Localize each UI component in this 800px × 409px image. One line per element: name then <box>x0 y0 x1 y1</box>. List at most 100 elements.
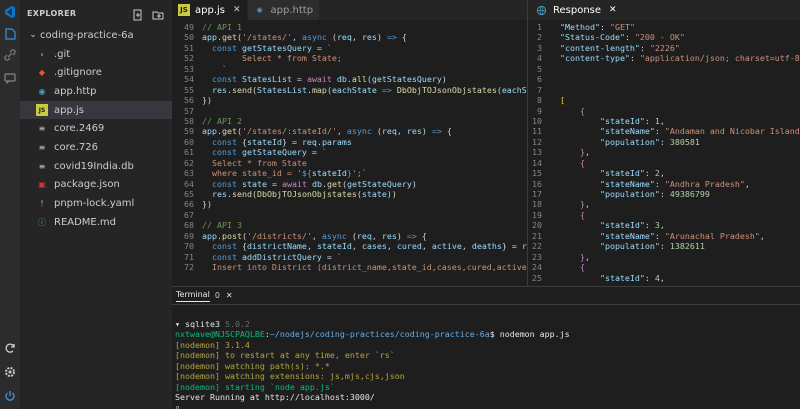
explorer-item[interactable]: ! pnpm-lock.yaml <box>20 194 172 213</box>
code-line: 7 <box>528 85 800 95</box>
explorer-item[interactable]: ⓘ README.md <box>20 213 172 232</box>
gear-icon[interactable] <box>2 364 18 380</box>
code-token: req <box>336 32 352 43</box>
terminal-tab[interactable]: Terminal <box>176 290 210 302</box>
close-icon[interactable]: ✕ <box>609 5 617 15</box>
code-token: } = <box>281 136 302 147</box>
code-token: res <box>361 32 377 43</box>
code-token: req <box>381 126 397 137</box>
code-token: ) <box>411 178 417 189</box>
code-token: districtName <box>246 241 307 252</box>
explorer-item[interactable]: ≡ covid19India.db <box>20 157 172 176</box>
explorer-item[interactable]: ◉ app.http <box>20 82 172 101</box>
explorer-item[interactable]: ≡ core.726 <box>20 138 172 157</box>
close-icon[interactable]: ✕ <box>233 5 241 15</box>
code-line: 65 res.send(DbObjTOJsonObjstates(state)) <box>172 189 527 199</box>
code-line: 12 "population": 380581 <box>528 137 800 147</box>
code-line: 8 [ <box>528 95 800 105</box>
code-token: db <box>336 74 347 85</box>
code-token: 380581 <box>669 136 700 147</box>
new-folder-icon[interactable] <box>152 6 164 20</box>
code-line: 19 { <box>528 210 800 220</box>
explorer-item[interactable]: › .git <box>20 45 172 64</box>
sync-icon[interactable] <box>2 340 18 356</box>
code-token: = <box>291 74 307 85</box>
code-token: "population" <box>599 189 660 199</box>
files-icon[interactable] <box>2 26 18 42</box>
code-token: , <box>386 241 397 252</box>
explorer-item[interactable]: ▣ package.json <box>20 176 172 195</box>
new-file-icon[interactable] <box>132 6 144 21</box>
code-line: 53 ` <box>172 64 527 74</box>
explorer-item[interactable]: JS app.js <box>20 100 172 120</box>
terminal-text: Server Running at http://localhost:3000/ <box>175 392 375 402</box>
code-token: "Andhra Pradesh" <box>664 178 745 189</box>
tab-label: app.js <box>195 4 225 16</box>
explorer-item-label: README.md <box>54 216 117 228</box>
yaml-icon: ! <box>40 199 44 209</box>
explorer-item[interactable]: ≡ core.2469 <box>20 119 172 138</box>
line-number: 15 <box>532 168 542 179</box>
terminal-line: [nodemon] watching path(s): *.* <box>175 361 800 372</box>
code-token: app <box>202 32 217 43</box>
response-body[interactable]: 1 "Method": "GET" 2 "Status-Code": "200 -… <box>528 22 800 286</box>
vscode-logo-icon[interactable] <box>2 4 18 20</box>
explorer-item-label: app.http <box>54 85 97 97</box>
terminal-line: nxtwave@NJSCPAQLBE:~/nodejs/coding-pract… <box>175 329 800 340</box>
code-token: : <box>644 220 655 231</box>
project-folder-label: coding-practice-6a <box>40 29 134 41</box>
code-area[interactable]: 49// API 1 50 app.get('/states/', async (r… <box>172 22 527 286</box>
response-tab[interactable]: Response ✕ <box>528 0 800 20</box>
code-token: async <box>346 126 372 137</box>
code-line: 11 "stateName": "Andaman and Nicobar Isl… <box>528 126 800 136</box>
chat-icon[interactable] <box>2 70 18 86</box>
explorer-item-label: covid19India.db <box>54 160 134 172</box>
code-token: app <box>202 126 217 137</box>
code-token: )) <box>386 189 397 199</box>
code-token: await <box>306 74 332 85</box>
code-token: = <box>311 42 327 53</box>
explorer-item[interactable]: ◆ .gitignore <box>20 63 172 82</box>
line-number: 17 <box>532 189 542 199</box>
code-line: 52 Select * from State; <box>172 53 527 63</box>
code-token: : <box>654 126 665 137</box>
line-number: 69 <box>184 230 194 241</box>
link-icon[interactable] <box>2 47 18 63</box>
line-number: 18 <box>532 199 542 210</box>
code-token: { <box>579 105 585 116</box>
code-token: "stateId" <box>599 220 645 231</box>
line-number: 2 <box>537 32 542 43</box>
terminal-output[interactable]: ▾ sqlite3 5.0.2 nxtwave@NJSCPAQLBE:~/node… <box>172 305 800 409</box>
code-token: { <box>441 126 452 137</box>
code-token: , <box>336 126 347 137</box>
code-line: 15 "stateId": 2, <box>528 168 800 178</box>
code-token: , <box>396 126 407 137</box>
code-token: const <box>212 178 237 189</box>
close-icon[interactable]: ✕ <box>226 291 233 300</box>
code-line: 4 "content-type": "application/json; cha… <box>528 53 800 63</box>
code-line: 14 { <box>528 158 800 168</box>
terminal-text: [nodemon] starting `node app.js` <box>175 381 335 392</box>
line-number: 58 <box>184 115 194 126</box>
explorer-item-label: package.json <box>54 179 120 191</box>
code-token: ) <box>376 32 387 43</box>
code-token: "stateId" <box>599 272 645 283</box>
project-folder[interactable]: ⌄ coding-practice-6a <box>20 26 172 45</box>
code-line: 66}) <box>172 199 527 209</box>
code-line: 25 "stateId": 4, <box>528 273 800 283</box>
tab-app-http[interactable]: ◉ app.http <box>247 0 321 20</box>
code-token: req <box>301 136 317 147</box>
line-number: 9 <box>537 105 542 116</box>
code-token: , <box>659 115 665 126</box>
line-number: 4 <box>537 53 542 64</box>
code-line: 56}) <box>172 95 527 105</box>
power-icon[interactable] <box>2 388 18 404</box>
code-line: 68 // API 3 <box>172 220 527 230</box>
code-token: StatesList <box>256 84 307 95</box>
tab-app-js[interactable]: JS app.js ✕ <box>172 0 248 20</box>
line-number: 24 <box>532 262 542 273</box>
code-line: 10 "stateId": 1, <box>528 116 800 126</box>
code-token: "Status-Code" <box>560 32 625 43</box>
